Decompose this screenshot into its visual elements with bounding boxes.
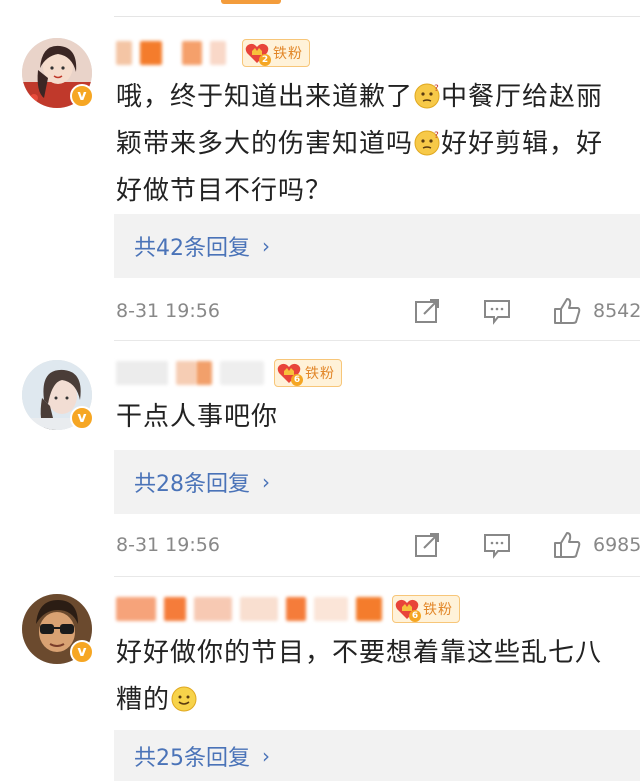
reply-count-label: 共28条回复 xyxy=(134,472,250,497)
username-blurred xyxy=(140,41,162,65)
like-icon[interactable] xyxy=(552,296,582,326)
timestamp: 8-31 19:56 xyxy=(116,534,220,556)
svg-text:?: ? xyxy=(434,131,440,141)
comment-meta: 8-31 19:56 6985 xyxy=(116,530,640,562)
view-replies-button[interactable]: 共25条回复 › xyxy=(114,730,640,781)
fan-heart-icon: 6 xyxy=(395,598,421,622)
thinking-emoji-icon: ? xyxy=(414,130,440,156)
fan-badge[interactable]: 2 铁粉 xyxy=(242,39,310,67)
share-icon[interactable] xyxy=(412,530,442,560)
comment-text: 好好做你的节目，不要想着靠这些乱七八糟的 xyxy=(116,638,603,715)
username-blurred xyxy=(182,41,202,65)
username-blurred xyxy=(116,41,132,65)
username-row[interactable]: 2 铁粉 xyxy=(116,38,310,68)
chevron-right-icon: › xyxy=(262,234,270,258)
username-blurred xyxy=(220,361,264,385)
divider xyxy=(114,340,640,341)
comment-text: 干点人事吧你 xyxy=(116,402,279,432)
comment-icon[interactable] xyxy=(482,530,512,560)
comment-feed: v 2 铁粉 哦，终于知道出来道歉了? 中餐厅给赵丽颖带来多大的伤害知道吗? 好好剪… xyxy=(0,0,640,781)
view-replies-button[interactable]: 共42条回复 › xyxy=(114,214,640,278)
comment-icon[interactable] xyxy=(482,296,512,326)
fan-badge-label: 铁粉 xyxy=(273,46,303,62)
username-blurred xyxy=(356,597,382,621)
active-tab-indicator xyxy=(221,0,281,4)
fan-badge[interactable]: 6 铁粉 xyxy=(392,595,460,623)
username-blurred xyxy=(116,597,156,621)
chevron-right-icon: › xyxy=(262,470,270,494)
like-count: 8542 xyxy=(593,300,640,322)
fan-badge-label: 铁粉 xyxy=(305,366,335,382)
username-blurred xyxy=(240,597,278,621)
username-blurred xyxy=(176,361,196,385)
username-blurred xyxy=(314,597,348,621)
username-blurred xyxy=(116,361,168,385)
view-replies-button[interactable]: 共28条回复 › xyxy=(114,450,640,514)
verified-icon: v xyxy=(70,640,94,664)
fan-badge-label: 铁粉 xyxy=(423,602,453,618)
username-blurred xyxy=(286,597,306,621)
username-blurred xyxy=(164,597,186,621)
chevron-right-icon: › xyxy=(262,743,270,768)
divider xyxy=(114,16,640,17)
verified-icon: v xyxy=(70,84,94,108)
svg-text:?: ? xyxy=(434,84,440,94)
username-blurred xyxy=(210,41,226,65)
fan-heart-icon: 2 xyxy=(245,42,271,66)
fan-badge[interactable]: 6 铁粉 xyxy=(274,359,342,387)
verified-icon: v xyxy=(70,406,94,430)
smile-emoji-icon xyxy=(171,686,197,712)
share-icon[interactable] xyxy=(412,296,442,326)
like-icon[interactable] xyxy=(552,530,582,560)
like-count: 6985 xyxy=(593,534,640,556)
fan-heart-icon: 6 xyxy=(277,362,303,386)
username-row[interactable]: 6 铁粉 xyxy=(116,594,460,624)
comment-meta: 8-31 19:56 8542 xyxy=(116,296,640,328)
reply-count-label: 共42条回复 xyxy=(134,236,250,261)
username-blurred xyxy=(196,361,212,385)
divider xyxy=(114,576,640,577)
username-row[interactable]: 6 铁粉 xyxy=(116,358,342,388)
username-blurred xyxy=(194,597,232,621)
reply-count-label: 共25条回复 xyxy=(134,745,250,771)
comment-text: 哦，终于知道出来道歉了? 中餐厅给赵丽颖带来多大的伤害知道吗? 好好剪辑，好好做节目… xyxy=(116,82,604,206)
thinking-emoji-icon: ? xyxy=(414,83,440,109)
timestamp: 8-31 19:56 xyxy=(116,300,220,322)
